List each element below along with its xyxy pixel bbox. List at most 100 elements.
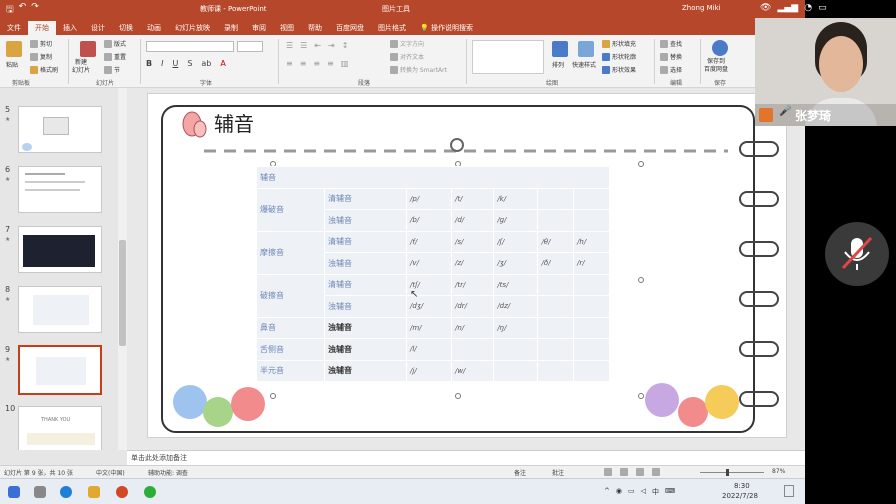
slide-thumbnail[interactable]: [18, 106, 102, 153]
bullets-icon[interactable]: ☰: [286, 41, 293, 50]
file-explorer-icon[interactable]: [88, 486, 100, 498]
format-painter-button[interactable]: 格式刷: [30, 65, 58, 74]
bold-icon[interactable]: B: [146, 59, 152, 68]
tab-transitions[interactable]: 切换: [112, 21, 140, 35]
accessibility-status[interactable]: 辅助功能: 调查: [148, 468, 188, 477]
new-slide-icon[interactable]: [80, 41, 96, 57]
char-spacing-icon[interactable]: ab: [201, 59, 211, 68]
zoom-slider-thumb[interactable]: [726, 469, 729, 476]
outdent-icon[interactable]: ⇥: [328, 41, 335, 50]
resize-handle[interactable]: [638, 393, 644, 399]
undo-icon[interactable]: ↶: [19, 2, 27, 18]
font-name-box[interactable]: [146, 41, 234, 52]
battery-icon[interactable]: ▭: [628, 487, 635, 497]
redo-icon[interactable]: ↷: [31, 2, 39, 18]
slide-thumbnail[interactable]: THANK YOU: [18, 406, 102, 453]
tab-design[interactable]: 设计: [84, 21, 112, 35]
numbering-icon[interactable]: ☰: [300, 41, 307, 50]
notification-icon[interactable]: [784, 485, 794, 497]
resize-handle[interactable]: [638, 161, 644, 167]
tray-arrow-icon[interactable]: ^: [604, 487, 610, 497]
find-button[interactable]: 查找: [660, 39, 682, 48]
paste-icon[interactable]: [6, 41, 22, 57]
network-icon[interactable]: ◉: [616, 487, 622, 497]
layout-button[interactable]: 版式: [104, 39, 126, 48]
thumbnails-scrollbar[interactable]: [118, 88, 127, 450]
replace-button[interactable]: 替换: [660, 52, 682, 61]
wechat-icon[interactable]: [144, 486, 156, 498]
tab-picture-format[interactable]: 图片格式: [371, 21, 413, 35]
tab-animations[interactable]: 动画: [140, 21, 168, 35]
slide-thumbnail[interactable]: [18, 226, 102, 273]
language-status[interactable]: 中文(中国): [96, 468, 125, 477]
underline-icon[interactable]: U: [172, 59, 178, 68]
shape-outline-button[interactable]: 形状轮廓: [602, 52, 636, 61]
clock-time[interactable]: 8:30: [734, 482, 750, 490]
zoom-level[interactable]: 87%: [772, 468, 785, 475]
justify-icon[interactable]: ≡: [327, 59, 334, 68]
new-slide-button[interactable]: 新建 幻灯片: [72, 59, 90, 75]
align-text-button[interactable]: 对齐文本: [390, 52, 424, 61]
align-left-icon[interactable]: ≡: [286, 59, 293, 68]
font-size-box[interactable]: [237, 41, 263, 52]
reset-button[interactable]: 重置: [104, 52, 126, 61]
keyboard-icon[interactable]: ⌨: [665, 487, 675, 497]
ime-indicator[interactable]: 中: [652, 487, 659, 497]
align-right-icon[interactable]: ≡: [313, 59, 320, 68]
cut-button[interactable]: 剪切: [30, 39, 52, 48]
slide-thumbnail-selected[interactable]: [18, 345, 102, 395]
italic-icon[interactable]: I: [161, 59, 163, 68]
paste-button[interactable]: 粘贴: [6, 60, 18, 69]
clock-date[interactable]: 2022/7/28: [722, 492, 758, 500]
user-name[interactable]: Zhong Miki: [682, 4, 721, 12]
tab-home[interactable]: 开始: [28, 21, 56, 35]
tell-me-search[interactable]: 💡 操作说明搜索: [413, 21, 480, 35]
section-button[interactable]: 节: [104, 65, 120, 74]
tab-slideshow[interactable]: 幻灯片放映: [168, 21, 217, 35]
comments-button[interactable]: 批注: [552, 468, 564, 477]
volume-icon[interactable]: ◁: [641, 487, 646, 497]
text-direction-button[interactable]: 文字方向: [390, 39, 424, 48]
notes-pane[interactable]: 单击此处添加备注: [127, 450, 805, 465]
indent-icon[interactable]: ⇤: [314, 41, 321, 50]
slideshow-icon[interactable]: [652, 468, 660, 476]
tab-record[interactable]: 录制: [217, 21, 245, 35]
task-view-icon[interactable]: [34, 486, 46, 498]
arrange-button[interactable]: 排列: [552, 60, 564, 69]
arrange-icon[interactable]: [552, 41, 568, 57]
tab-help[interactable]: 帮助: [301, 21, 329, 35]
baidu-cloud-icon[interactable]: [712, 40, 728, 56]
resize-handle[interactable]: [455, 393, 461, 399]
shape-effects-button[interactable]: 形状效果: [602, 65, 636, 74]
slide-sorter-icon[interactable]: [620, 468, 628, 476]
save-baidu-button[interactable]: 保存到 百度网盘: [704, 58, 728, 74]
webcam-feed[interactable]: 🎤 张梦琦: [755, 18, 896, 126]
smartart-button[interactable]: 转换为 SmartArt: [390, 65, 447, 74]
tab-view[interactable]: 视图: [273, 21, 301, 35]
resize-handle[interactable]: [638, 277, 644, 283]
normal-view-icon[interactable]: [604, 468, 612, 476]
resize-handle[interactable]: [270, 393, 276, 399]
tab-baidu[interactable]: 百度网盘: [329, 21, 371, 35]
scroll-thumb[interactable]: [119, 240, 126, 346]
shapes-gallery[interactable]: [472, 40, 544, 74]
tab-file[interactable]: 文件: [0, 21, 28, 35]
strikethrough-icon[interactable]: S: [187, 59, 192, 68]
select-button[interactable]: 选择: [660, 65, 682, 74]
columns-icon[interactable]: ▥: [341, 59, 349, 68]
tab-review[interactable]: 审阅: [245, 21, 273, 35]
copy-button[interactable]: 复制: [30, 52, 52, 61]
powerpoint-icon[interactable]: [116, 486, 128, 498]
consonant-table[interactable]: 辅音 爆破音 清辅音 /p/ /t/ /k/ 浊辅音 /b/ /d/ /g/ 摩…: [256, 166, 610, 382]
font-color-icon[interactable]: A: [220, 59, 225, 68]
tab-insert[interactable]: 插入: [56, 21, 84, 35]
windows-start-icon[interactable]: [8, 486, 20, 498]
notes-button[interactable]: 备注: [514, 468, 526, 477]
shape-fill-button[interactable]: 形状填充: [602, 39, 636, 48]
edge-browser-icon[interactable]: [60, 486, 72, 498]
slide-title[interactable]: 辅音: [214, 108, 254, 137]
align-center-icon[interactable]: ≡: [300, 59, 307, 68]
slide-canvas[interactable]: 辅音 辅音 爆破音 清辅音 /p/ /t/ /k/ 浊辅音 /b/ /d/ /g…: [147, 93, 787, 438]
slide-thumbnail[interactable]: [18, 166, 102, 213]
reading-view-icon[interactable]: [636, 468, 644, 476]
